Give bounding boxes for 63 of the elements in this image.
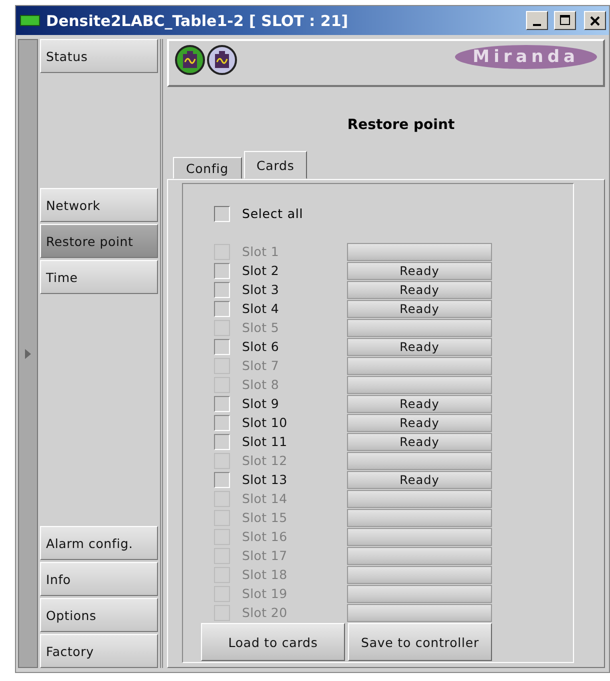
slot-label: Slot 4 (242, 301, 280, 316)
status-icon[interactable] (207, 45, 237, 75)
slot-label: Slot 5 (242, 320, 280, 335)
slot-label: Slot 2 (242, 263, 280, 278)
slot-label: Slot 12 (242, 453, 288, 468)
sidebar-item[interactable]: Alarm config. (40, 526, 158, 560)
sidebar-item[interactable]: Status (40, 39, 158, 73)
slot-label: Slot 8 (242, 377, 280, 392)
checkbox-label: Select all (242, 206, 304, 221)
sidebar-item[interactable]: Factory (40, 634, 158, 668)
checkbox[interactable] (214, 434, 230, 450)
status-field: Ready (347, 262, 492, 280)
minimize-button[interactable] (526, 11, 548, 30)
logo: Miranda (454, 45, 597, 69)
slot-label: Slot 15 (242, 510, 288, 525)
status-field: Ready (347, 394, 492, 412)
slot-label: Slot 19 (242, 586, 288, 601)
slot-label: Slot 9 (242, 396, 280, 411)
checkbox[interactable] (214, 472, 230, 488)
maximize-icon (560, 15, 570, 26)
action-button[interactable]: Load to cards (201, 623, 345, 661)
status-field: Ready (347, 414, 492, 432)
sidebar-item[interactable]: Options (40, 598, 158, 632)
window-title: Densite2LABC_Table1-2 [ SLOT : 21] (46, 12, 350, 30)
close-icon (590, 16, 600, 26)
slot-label: Slot 3 (242, 282, 280, 297)
sidebar-item[interactable]: Network (40, 188, 158, 222)
slot-label: Slot 10 (242, 415, 288, 430)
slot-label: Slot 11 (242, 434, 288, 449)
status-field: Ready (347, 300, 492, 318)
slot-label: Slot 7 (242, 358, 280, 373)
slot-label: Slot 1 (242, 244, 280, 259)
slot-label: Slot 13 (242, 472, 288, 487)
sidebar-item[interactable]: Restore point (40, 224, 158, 258)
minimize-icon (533, 24, 541, 26)
tab[interactable]: Cards (244, 151, 308, 179)
checkbox[interactable] (214, 396, 230, 412)
slot-label: Slot 6 (242, 339, 280, 354)
sidebar-item[interactable]: Time (40, 260, 158, 294)
slot-label: Slot 14 (242, 491, 288, 506)
tab[interactable]: Config (173, 157, 242, 179)
app-icon (20, 15, 40, 26)
slot-label: Slot 20 (242, 605, 288, 620)
expand-arrow-icon[interactable] (25, 348, 31, 358)
close-button[interactable] (584, 11, 606, 30)
maximize-button[interactable] (554, 11, 576, 30)
status-field: Ready (347, 280, 492, 298)
checkbox[interactable] (214, 206, 230, 222)
checkbox[interactable] (214, 282, 230, 298)
checkbox[interactable] (214, 414, 230, 430)
status-icon[interactable] (175, 45, 205, 75)
status-field: Ready (347, 338, 492, 356)
slot-label: Slot 18 (242, 567, 288, 582)
status-field: Ready (347, 470, 492, 488)
action-button[interactable]: Save to controller (348, 623, 492, 661)
status-field: Ready (347, 432, 492, 450)
slot-label: Slot 17 (242, 548, 288, 563)
checkbox[interactable] (214, 300, 230, 316)
slot-label: Slot 16 (242, 529, 288, 544)
checkbox[interactable] (214, 338, 230, 354)
checkbox[interactable] (214, 262, 230, 278)
sidebar-item[interactable]: Info (40, 562, 158, 596)
page-title: Restore point (346, 117, 456, 133)
